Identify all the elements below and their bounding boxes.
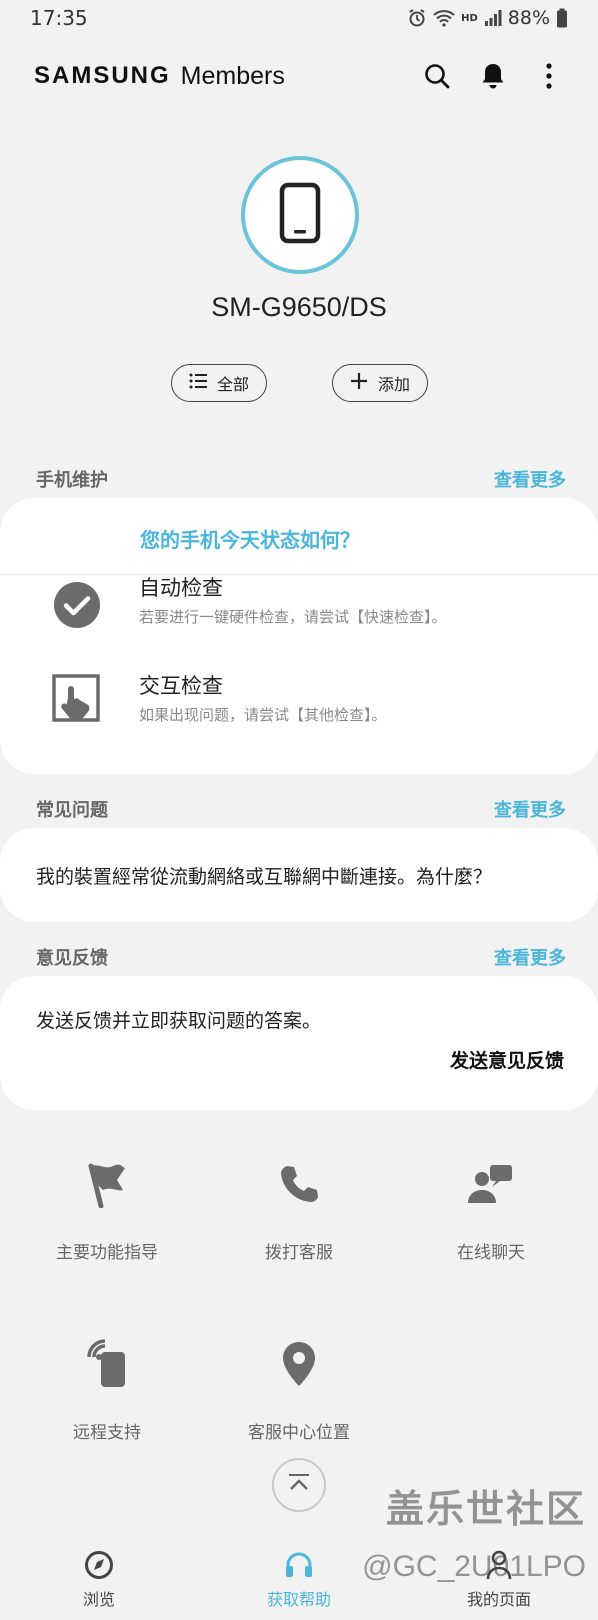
feedback-text: 发送反馈并立即获取问题的答案。 — [36, 1010, 322, 1032]
remote-support-icon — [77, 1334, 137, 1394]
alarm-icon — [407, 8, 427, 28]
service-call[interactable]: 拨打客服 — [199, 1154, 399, 1263]
add-label: 添加 — [377, 375, 410, 394]
feedback-more-link[interactable]: 查看更多 — [494, 944, 566, 970]
add-device-button[interactable]: 添加 — [332, 364, 428, 402]
device-card: SM-G9650/DS 全部 添加 — [0, 118, 598, 436]
battery-percent: 88% — [507, 7, 550, 29]
scroll-top-button[interactable] — [272, 1458, 326, 1512]
faq-question: 我的裝置經常從流動網絡或互聯網中斷連接。為什麼？ — [36, 866, 493, 888]
touch-screen-icon — [50, 672, 104, 726]
service-remote[interactable]: 远程支持 — [7, 1334, 207, 1443]
faq-more-link[interactable]: 查看更多 — [494, 796, 566, 822]
maintenance-more-link[interactable]: 查看更多 — [494, 466, 566, 492]
auto-check-desc: 若要进行一键硬件检查，请尝试【快速检查】。 — [139, 608, 447, 626]
chat-icon — [461, 1154, 521, 1214]
interactive-check-item[interactable]: 交互检查 如果出现问题，请尝试【其他检查】。 — [0, 670, 598, 760]
nav-label: 浏览 — [82, 1590, 115, 1609]
status-time: 17:35 — [30, 6, 88, 30]
more-vert-icon[interactable] — [534, 61, 564, 91]
faq-section-title: 常见问题 — [36, 800, 108, 821]
faq-card[interactable]: 我的裝置經常從流動網絡或互聯網中斷連接。為什麼？ — [0, 828, 598, 922]
location-pin-icon — [269, 1334, 329, 1394]
flag-icon — [77, 1154, 137, 1214]
nav-label: 我的页面 — [466, 1590, 531, 1609]
service-label: 主要功能指导 — [56, 1243, 158, 1263]
service-label: 远程支持 — [73, 1423, 141, 1443]
check-circle-icon — [50, 578, 104, 632]
service-label: 客服中心位置 — [248, 1423, 350, 1443]
service-chat[interactable]: 在线聊天 — [391, 1154, 591, 1263]
maintenance-section-title: 手机维护 — [36, 470, 108, 491]
divider — [0, 574, 598, 575]
status-bar: 17:35 HD 88% — [0, 0, 598, 36]
send-feedback-button[interactable]: 发送意见反馈 — [450, 1046, 564, 1073]
status-icons: HD 88% — [407, 7, 568, 29]
app-title: Members — [180, 61, 285, 90]
nav-my-page[interactable]: 我的页面 — [439, 1548, 559, 1610]
service-label: 在线聊天 — [457, 1243, 525, 1263]
auto-check-title: 自动检查 — [139, 576, 223, 600]
bottom-nav: 浏览 获取帮助 我的页面 — [0, 1530, 598, 1620]
list-icon — [189, 373, 207, 393]
service-location[interactable]: 客服中心位置 — [199, 1334, 399, 1443]
all-devices-button[interactable]: 全部 — [171, 364, 267, 402]
plus-icon — [350, 372, 368, 394]
maintenance-card: 您的手机今天状态如何？ 自动检查 若要进行一键硬件检查，请尝试【快速检查】。 交… — [0, 498, 598, 774]
wifi-icon — [433, 9, 455, 27]
nav-label: 获取帮助 — [266, 1590, 331, 1609]
nav-get-help[interactable]: 获取帮助 — [239, 1548, 359, 1610]
watermark-text: 盖乐世社区 — [385, 1487, 586, 1531]
person-icon — [439, 1548, 559, 1582]
hd-badge: HD — [461, 12, 478, 24]
auto-check-item[interactable]: 自动检查 若要进行一键硬件检查，请尝试【快速检查】。 — [0, 576, 598, 668]
phone-device-icon — [279, 182, 321, 248]
signal-icon — [484, 9, 502, 27]
compass-icon — [39, 1548, 159, 1582]
search-icon[interactable] — [422, 61, 452, 91]
headset-icon — [239, 1548, 359, 1582]
nav-browse[interactable]: 浏览 — [39, 1548, 159, 1610]
samsung-logo: SAMSUNG — [34, 62, 171, 89]
feedback-card: 发送反馈并立即获取问题的答案。 发送意见反馈 — [0, 976, 598, 1110]
battery-icon — [556, 8, 568, 28]
all-label: 全部 — [216, 375, 249, 394]
chevron-up-icon — [287, 1473, 311, 1497]
maintenance-question: 您的手机今天状态如何？ — [140, 528, 360, 552]
device-model: SM-G9650/DS — [211, 292, 387, 322]
app-bar: SAMSUNG Members — [0, 48, 598, 104]
phone-icon — [269, 1154, 329, 1214]
interactive-check-title: 交互检查 — [139, 674, 223, 698]
feedback-section-title: 意见反馈 — [36, 948, 108, 969]
service-guide[interactable]: 主要功能指导 — [7, 1154, 207, 1263]
bell-icon[interactable] — [478, 61, 508, 91]
service-label: 拨打客服 — [265, 1243, 333, 1263]
interactive-check-desc: 如果出现问题，请尝试【其他检查】。 — [139, 706, 387, 724]
device-avatar[interactable] — [241, 156, 359, 274]
